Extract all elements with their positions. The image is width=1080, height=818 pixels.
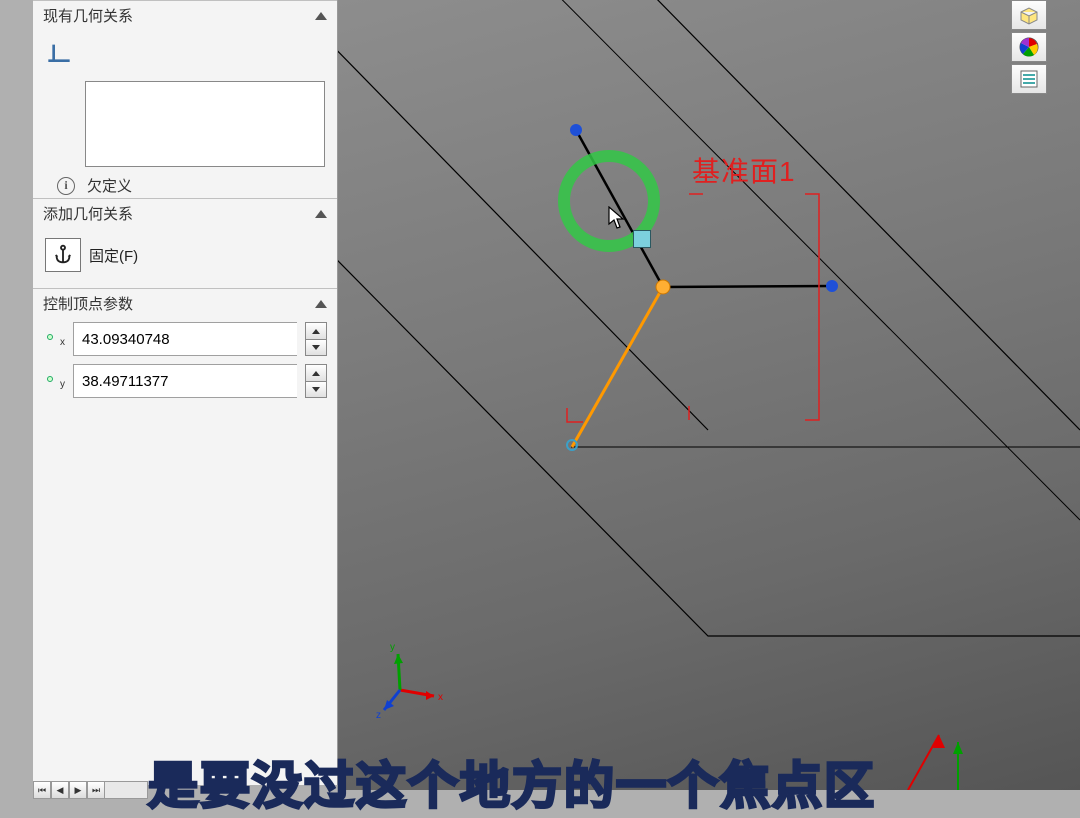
collapse-icon[interactable]: [315, 12, 327, 20]
param-x-input[interactable]: [73, 322, 297, 356]
param-y-row: y: [33, 360, 337, 402]
section-title: 现有几何关系: [43, 5, 133, 26]
spin-up-button[interactable]: [305, 322, 327, 339]
datum-mark: [565, 406, 593, 426]
section-header-existing[interactable]: 现有几何关系: [33, 1, 337, 30]
control-point-handle[interactable]: [633, 230, 651, 248]
fixed-button[interactable]: [45, 238, 81, 272]
property-panel: 现有几何关系 i 欠定义 添加几何关系: [33, 0, 338, 785]
view-cube-button[interactable]: [1011, 0, 1047, 30]
param-y-input[interactable]: [73, 364, 297, 398]
svg-text:y: y: [390, 642, 395, 653]
nav-prev-button[interactable]: ◀: [51, 781, 69, 799]
list-icon: [1018, 68, 1040, 90]
status-row: i 欠定义: [33, 167, 337, 198]
param-x-spinner: [305, 322, 327, 356]
spin-up-button[interactable]: [305, 364, 327, 381]
collapse-icon[interactable]: [315, 300, 327, 308]
param-x-label: x: [43, 333, 65, 345]
nav-first-button[interactable]: ⏮: [33, 781, 51, 799]
cube-icon: [1018, 4, 1040, 26]
svg-text:z: z: [376, 710, 381, 720]
section-title: 控制顶点参数: [43, 293, 133, 314]
section-control-vertex: 控制顶点参数 x y: [33, 288, 337, 402]
nav-track[interactable]: [105, 781, 148, 799]
appearance-button[interactable]: [1011, 32, 1047, 62]
spin-down-button[interactable]: [305, 339, 327, 356]
param-y-label: y: [43, 375, 65, 387]
param-x-row: x: [33, 318, 337, 360]
orientation-triad[interactable]: x y z: [370, 640, 450, 720]
view-toolbar: [1011, 0, 1047, 94]
spin-down-button[interactable]: [305, 381, 327, 398]
display-pane-button[interactable]: [1011, 64, 1047, 94]
perpendicular-icon: [43, 36, 75, 64]
nav-last-button[interactable]: ⏭: [87, 781, 105, 799]
section-header-add[interactable]: 添加几何关系: [33, 199, 337, 228]
bottom-nav-bar: ⏮ ◀ ▶ ⏭: [33, 781, 148, 799]
param-y-spinner: [305, 364, 327, 398]
section-existing-relations: 现有几何关系 i 欠定义: [33, 0, 337, 198]
nav-next-button[interactable]: ▶: [69, 781, 87, 799]
section-header-ctrl[interactable]: 控制顶点参数: [33, 289, 337, 318]
subtitle-caption: 是要没过这个地方的一个焦点区: [148, 746, 876, 818]
datum-label[interactable]: 基准面1: [692, 150, 796, 190]
section-add-relations: 添加几何关系 固定(F): [33, 198, 337, 288]
section-title: 添加几何关系: [43, 203, 133, 224]
datum-bracket: [685, 190, 825, 430]
svg-text:x: x: [438, 692, 443, 703]
color-wheel-icon: [1018, 36, 1040, 58]
collapse-icon[interactable]: [315, 210, 327, 218]
info-icon: i: [57, 177, 75, 195]
cursor-icon: [608, 206, 626, 230]
status-text: 欠定义: [87, 175, 132, 196]
relations-listbox[interactable]: [85, 81, 325, 167]
anchor-icon: [52, 244, 74, 266]
fixed-label: 固定(F): [89, 245, 138, 266]
